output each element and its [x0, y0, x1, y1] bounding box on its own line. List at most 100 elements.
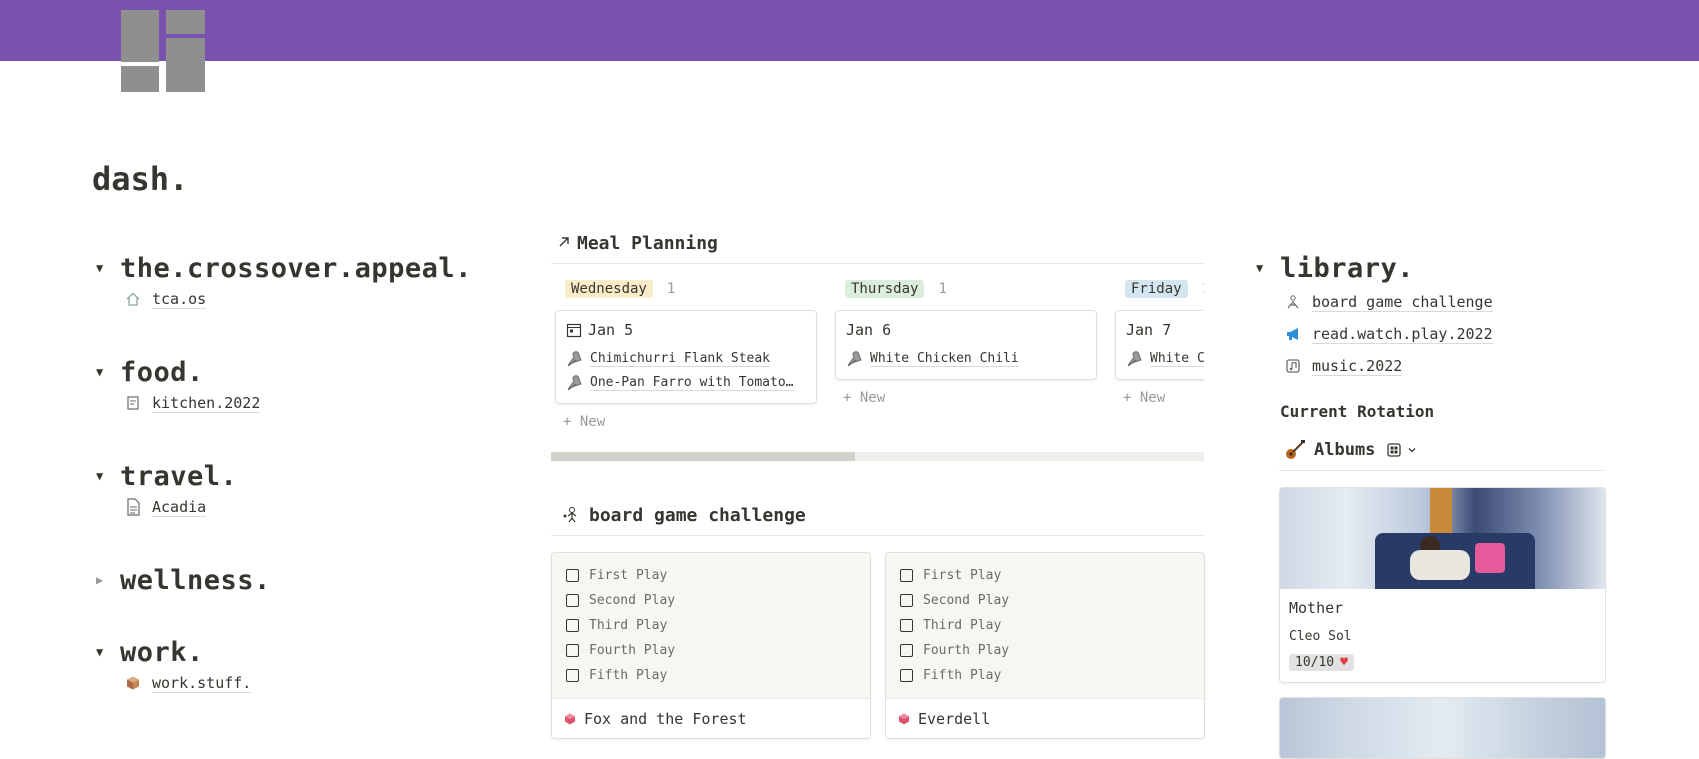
recipe-label[interactable]: White Chicken Chili — [870, 351, 1019, 367]
rating-badge: 10/10 ♥ — [1289, 654, 1354, 671]
caret-down-icon[interactable]: ▼ — [96, 645, 120, 659]
link-kitchen[interactable]: kitchen.2022 — [124, 390, 261, 416]
chef-hat-icon — [1126, 351, 1144, 367]
column-label[interactable]: Wednesday — [565, 280, 653, 298]
checkbox[interactable] — [566, 569, 579, 582]
meal-card[interactable]: Jan 5 Chimichurri Flank Steak One-Pan Fa… — [555, 310, 817, 404]
new-card-button[interactable]: + New — [555, 414, 817, 428]
meal-planning-title[interactable]: Meal Planning — [577, 233, 718, 254]
chevron-down-icon[interactable] — [1407, 445, 1417, 455]
caret-right-icon[interactable]: ▶ — [96, 573, 120, 587]
link-board-game-challenge[interactable]: board game challenge — [1284, 286, 1493, 318]
meal-board: Wednesday 1 Jan 5 Chimichurri Flank Stea… — [551, 278, 1204, 428]
checkbox[interactable] — [566, 594, 579, 607]
game-card[interactable]: First Play Second Play Third Play Fourth… — [885, 552, 1205, 739]
album-cover — [1280, 488, 1605, 589]
link-work-stuff[interactable]: work.stuff. — [124, 670, 252, 696]
recipe-link[interactable]: One-Pan Farro with Tomato… — [566, 371, 806, 395]
caret-down-icon[interactable]: ▼ — [96, 261, 120, 275]
meal-card[interactable]: Jan 7 White C — [1115, 310, 1204, 380]
arrow-up-right-icon — [557, 233, 571, 254]
board-column-wednesday: Wednesday 1 Jan 5 Chimichurri Flank Stea… — [555, 278, 817, 428]
album-card[interactable] — [1279, 697, 1606, 759]
recipe-link[interactable]: White C — [1126, 347, 1204, 371]
toggle-tca: ▼ the.crossover.appeal. tca.os — [96, 250, 472, 312]
checkbox[interactable] — [900, 669, 913, 682]
recipe-link[interactable]: White Chicken Chili — [846, 347, 1086, 371]
checkbox-row[interactable]: Third Play — [566, 613, 856, 638]
recipe-label[interactable]: White C — [1150, 351, 1204, 367]
game-card[interactable]: First Play Second Play Third Play Fourth… — [551, 552, 871, 739]
scrollbar-thumb[interactable] — [551, 452, 855, 461]
link-label[interactable]: tca.os — [152, 290, 207, 309]
album-artist: Cleo Sol — [1289, 629, 1352, 644]
checkbox-row[interactable]: Second Play — [566, 588, 856, 613]
plus-icon: + — [1123, 390, 1140, 406]
toggle-title[interactable]: travel. — [120, 461, 237, 492]
column-label[interactable]: Friday — [1125, 280, 1188, 298]
toggle-travel: ▼ travel. Acadia — [96, 458, 237, 520]
link-label[interactable]: Acadia — [152, 498, 207, 517]
link-read-watch-play[interactable]: read.watch.play.2022 — [1284, 318, 1493, 350]
recipe-label[interactable]: Chimichurri Flank Steak — [590, 351, 771, 367]
board-scrollbar[interactable] — [551, 452, 1204, 461]
meal-card[interactable]: Jan 6 White Chicken Chili — [835, 310, 1097, 380]
checkbox-row[interactable]: Fourth Play — [900, 638, 1190, 663]
game-name[interactable]: Everdell — [918, 710, 990, 728]
new-card-button[interactable]: + New — [835, 390, 1097, 406]
recipe-label[interactable]: One-Pan Farro with Tomato… — [590, 375, 794, 391]
link-label[interactable]: board game challenge — [1312, 293, 1493, 312]
checkbox-row[interactable]: Third Play — [900, 613, 1190, 638]
guitar-icon — [1284, 439, 1306, 461]
board-column-friday: Friday 1 Jan 7 White C + New — [1115, 278, 1204, 406]
gallery-icon[interactable] — [1387, 443, 1402, 457]
board-game-title[interactable]: board game challenge — [589, 505, 806, 526]
checkbox-row[interactable]: First Play — [900, 563, 1190, 588]
board-game-header[interactable]: board game challenge — [561, 502, 806, 528]
album-card[interactable]: Mother Cleo Sol 10/10 ♥ — [1279, 487, 1606, 683]
meal-planning-header[interactable]: Meal Planning — [557, 230, 718, 256]
checkbox[interactable] — [566, 644, 579, 657]
toggle-title[interactable]: work. — [120, 637, 204, 668]
checkbox[interactable] — [900, 569, 913, 582]
checkbox[interactable] — [900, 594, 913, 607]
checkbox-row[interactable]: First Play — [566, 563, 856, 588]
checkbox-row[interactable]: Fifth Play — [900, 663, 1190, 688]
page-layout-icon[interactable] — [121, 10, 205, 92]
caret-down-icon[interactable]: ▼ — [1256, 261, 1280, 275]
link-acadia[interactable]: Acadia — [124, 494, 237, 520]
game-name[interactable]: Fox and the Forest — [584, 710, 747, 728]
view-name[interactable]: Albums — [1314, 440, 1375, 460]
checkbox-row[interactable]: Fourth Play — [566, 638, 856, 663]
albums-view-tab[interactable]: Albums — [1284, 436, 1417, 464]
new-card-button[interactable]: + New — [1115, 390, 1204, 406]
link-tca-os[interactable]: tca.os — [124, 286, 472, 312]
toggle-library: ▼ library. board game challenge read.wat… — [1256, 250, 1493, 382]
checkbox[interactable] — [566, 619, 579, 632]
checkbox[interactable] — [566, 669, 579, 682]
checkbox-row[interactable]: Fifth Play — [566, 663, 856, 688]
chef-hat-icon — [566, 351, 584, 367]
column-label[interactable]: Thursday — [845, 280, 925, 298]
divider — [1279, 470, 1605, 471]
link-label[interactable]: kitchen.2022 — [152, 394, 261, 413]
recipe-link[interactable]: Chimichurri Flank Steak — [566, 347, 806, 371]
toggle-title[interactable]: the.crossover.appeal. — [120, 253, 472, 284]
album-title: Mother — [1289, 599, 1344, 617]
checkbox[interactable] — [900, 619, 913, 632]
toggle-title[interactable]: food. — [120, 357, 204, 388]
caret-down-icon[interactable]: ▼ — [96, 365, 120, 379]
card-date: Jan 7 — [1126, 321, 1172, 339]
checkbox[interactable] — [900, 644, 913, 657]
link-label[interactable]: read.watch.play.2022 — [1312, 325, 1493, 344]
board-column-thursday: Thursday 1 Jan 6 White Chicken Chili + N… — [835, 278, 1097, 406]
link-music[interactable]: music.2022 — [1284, 350, 1493, 382]
caret-down-icon[interactable]: ▼ — [96, 469, 120, 483]
toggle-title[interactable]: library. — [1280, 253, 1414, 284]
link-label[interactable]: work.stuff. — [152, 674, 252, 693]
checkbox-row[interactable]: Second Play — [900, 588, 1190, 613]
red-gem-icon — [564, 713, 576, 725]
toggle-title[interactable]: wellness. — [120, 565, 271, 596]
link-label[interactable]: music.2022 — [1312, 357, 1403, 376]
home-icon — [124, 290, 142, 308]
